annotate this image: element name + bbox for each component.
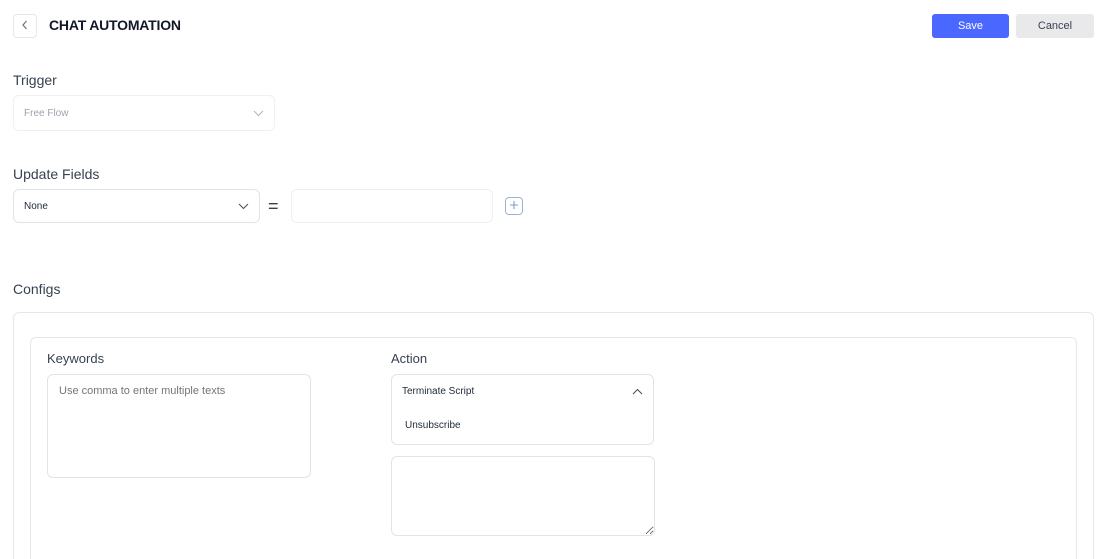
reply-message-textarea[interactable] [391,456,655,536]
update-field-select[interactable]: None [13,189,260,223]
keywords-label: Keywords [47,351,105,366]
update-field-value-input[interactable] [291,189,493,223]
chevron-left-icon [21,17,29,35]
save-button[interactable]: Save [932,14,1009,38]
trigger-select-value: Free Flow [24,107,69,119]
equals-operator: = [268,196,279,216]
configs-label: Configs [13,281,61,297]
action-dropdown-menu: Unsubscribe [391,408,654,445]
back-button[interactable] [13,14,37,38]
chevron-up-icon [631,386,643,398]
action-select-value: Terminate Script [402,386,475,397]
chevron-down-icon [252,107,264,119]
action-select[interactable]: Terminate Script [391,374,654,409]
add-field-button[interactable] [505,197,523,215]
keywords-textarea[interactable] [47,374,311,478]
update-field-select-value: None [24,200,48,212]
trigger-label: Trigger [13,72,57,88]
dropdown-option-unsubscribe[interactable]: Unsubscribe [392,408,653,443]
plus-icon [509,197,519,215]
page-title: CHAT AUTOMATION [49,17,181,33]
update-fields-label: Update Fields [13,166,100,182]
cancel-button[interactable]: Cancel [1016,14,1094,38]
action-label: Action [391,351,428,366]
chevron-down-icon [237,200,249,212]
trigger-select[interactable]: Free Flow [13,95,275,131]
